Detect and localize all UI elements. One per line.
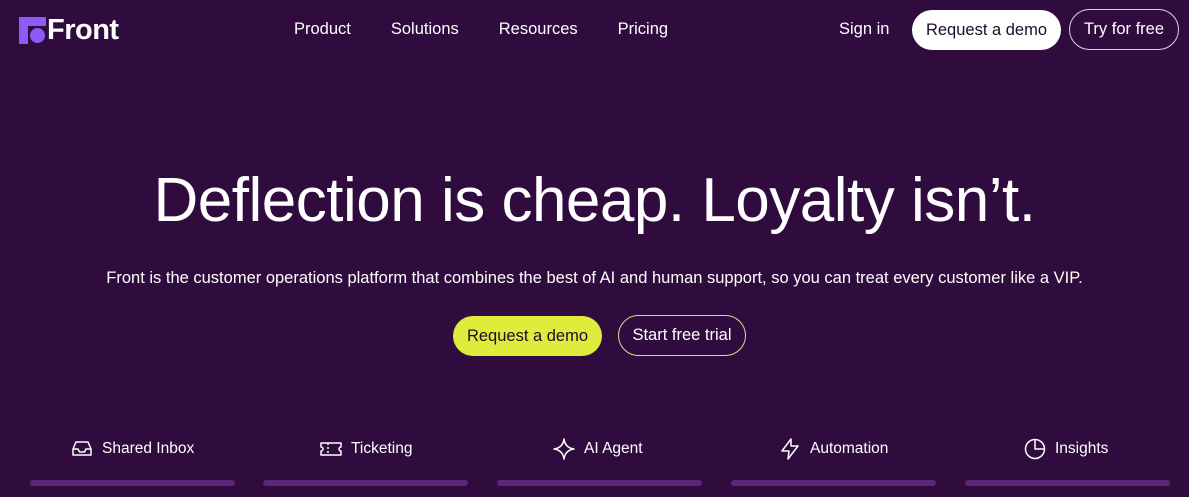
- tab-progress-bar: [263, 480, 468, 486]
- tab-label-insights: Insights: [1055, 440, 1109, 457]
- tab-progress-bar: [497, 480, 702, 486]
- request-demo-button[interactable]: Request a demo: [912, 10, 1061, 50]
- nav-item-product[interactable]: Product: [294, 18, 351, 40]
- pie-chart-icon: [1024, 438, 1046, 460]
- front-logo[interactable]: Front: [19, 14, 119, 46]
- nav-item-pricing[interactable]: Pricing: [618, 18, 668, 40]
- start-free-trial-button[interactable]: Start free trial: [618, 315, 746, 356]
- tab-insights[interactable]: Insights: [965, 430, 1170, 490]
- tab-progress-bar: [731, 480, 936, 486]
- brand-name: Front: [47, 13, 119, 46]
- ticket-icon: [320, 442, 342, 456]
- hero-title: Deflection is cheap. Loyalty isn’t.: [153, 166, 1036, 235]
- nav-item-solutions[interactable]: Solutions: [391, 18, 459, 40]
- tab-progress-bar: [965, 480, 1170, 486]
- tab-label-ticketing: Ticketing: [351, 440, 413, 457]
- site-header: Front Product Solutions Resources Pricin…: [0, 0, 1189, 60]
- page: Front Product Solutions Resources Pricin…: [0, 0, 1189, 497]
- feature-tabs: Shared Inbox Ticketing AI Agent Automati…: [0, 430, 1189, 497]
- tab-label-ai-agent: AI Agent: [584, 440, 643, 457]
- tab-label-automation: Automation: [810, 440, 889, 457]
- hero-request-demo-button[interactable]: Request a demo: [453, 316, 602, 356]
- tab-shared-inbox[interactable]: Shared Inbox: [30, 430, 235, 490]
- inbox-icon: [72, 441, 92, 456]
- sparkle-icon: [553, 438, 575, 460]
- hero-subtitle: Front is the customer operations platfor…: [106, 269, 1083, 287]
- main-nav: Product Solutions Resources Pricing: [294, 18, 708, 40]
- tab-ai-agent[interactable]: AI Agent: [497, 430, 702, 490]
- nav-item-resources[interactable]: Resources: [499, 18, 578, 40]
- try-for-free-button[interactable]: Try for free: [1069, 9, 1179, 50]
- tab-progress-bar: [30, 480, 235, 486]
- sign-in-link[interactable]: Sign in: [839, 18, 889, 40]
- tab-automation[interactable]: Automation: [731, 430, 936, 490]
- tab-label-shared-inbox: Shared Inbox: [102, 440, 195, 457]
- front-logo-icon: [19, 16, 46, 44]
- lightning-icon: [781, 438, 799, 460]
- tab-ticketing[interactable]: Ticketing: [263, 430, 468, 490]
